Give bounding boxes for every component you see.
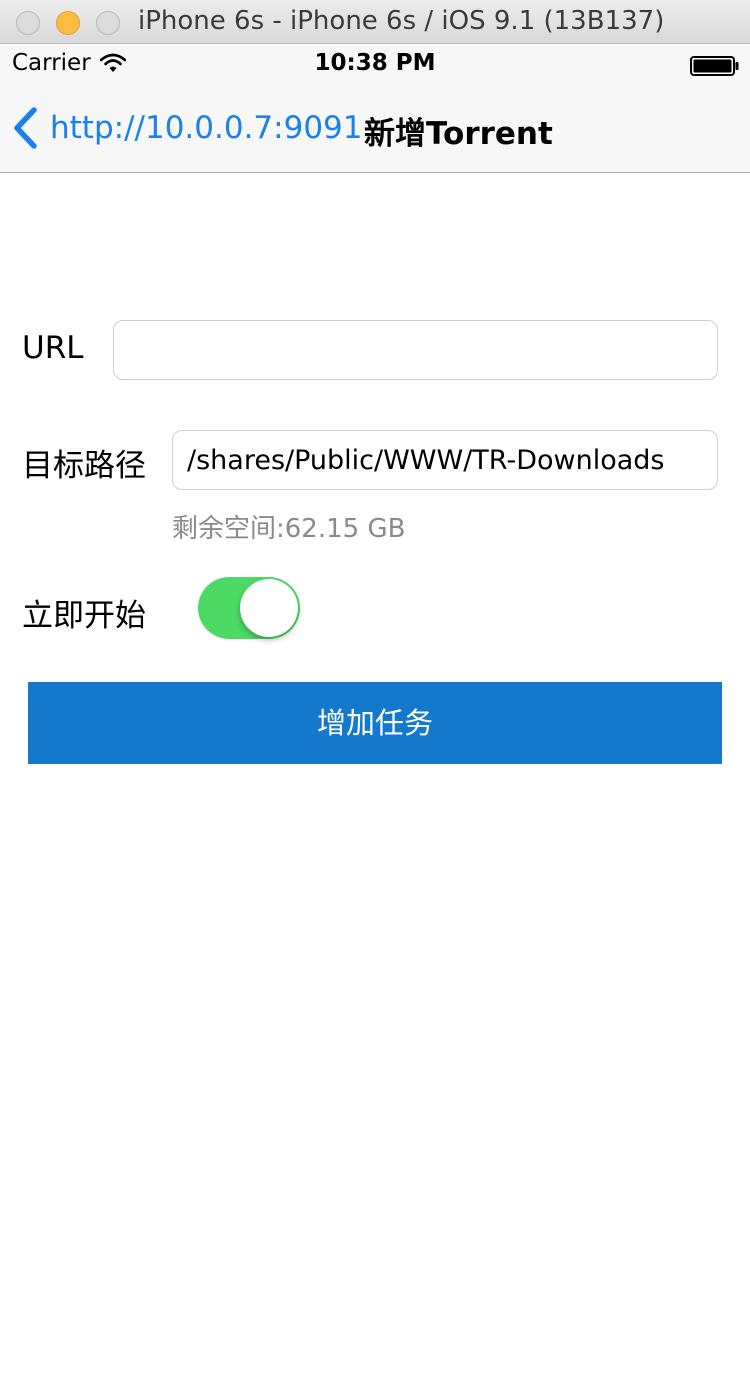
window-zoom-button[interactable] bbox=[96, 11, 120, 35]
status-time: 10:38 PM bbox=[314, 50, 436, 76]
back-button[interactable]: http://10.0.0.7:9091 bbox=[12, 104, 362, 152]
navigation-bar: http://10.0.0.7:9091 新增Torrent bbox=[0, 84, 750, 173]
url-input[interactable] bbox=[113, 320, 718, 380]
target-path-input[interactable] bbox=[172, 430, 718, 490]
window-title-bar: iPhone 6s - iPhone 6s / iOS 9.1 (13B137) bbox=[0, 0, 750, 44]
window-minimize-button[interactable] bbox=[56, 11, 80, 35]
free-space-label: 剩余空间:62.15 GB bbox=[172, 514, 406, 544]
toggle-knob bbox=[240, 579, 298, 637]
back-button-label: http://10.0.0.7:9091 bbox=[50, 110, 363, 146]
add-task-button[interactable]: 增加任务 bbox=[28, 682, 722, 764]
window-close-button[interactable] bbox=[16, 11, 40, 35]
start-now-label: 立即开始 bbox=[22, 598, 146, 634]
window-title: iPhone 6s - iPhone 6s / iOS 9.1 (13B137) bbox=[138, 6, 665, 36]
battery-icon bbox=[690, 56, 740, 80]
target-path-label: 目标路径 bbox=[22, 448, 146, 484]
status-bar: Carrier 10:38 PM bbox=[0, 44, 750, 84]
chevron-left-icon bbox=[12, 107, 50, 149]
page-title: 新增Torrent bbox=[364, 116, 553, 152]
url-label: URL bbox=[22, 330, 84, 366]
start-now-toggle[interactable] bbox=[198, 577, 300, 639]
